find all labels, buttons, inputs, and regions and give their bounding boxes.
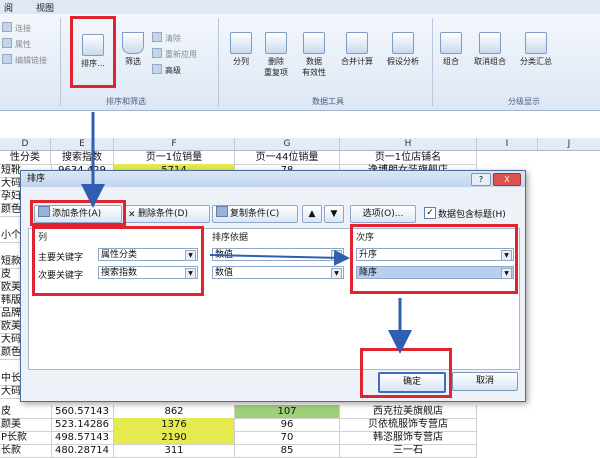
arrow-keys-to-order	[209, 249, 350, 266]
annotation-arrows	[81, 112, 412, 354]
